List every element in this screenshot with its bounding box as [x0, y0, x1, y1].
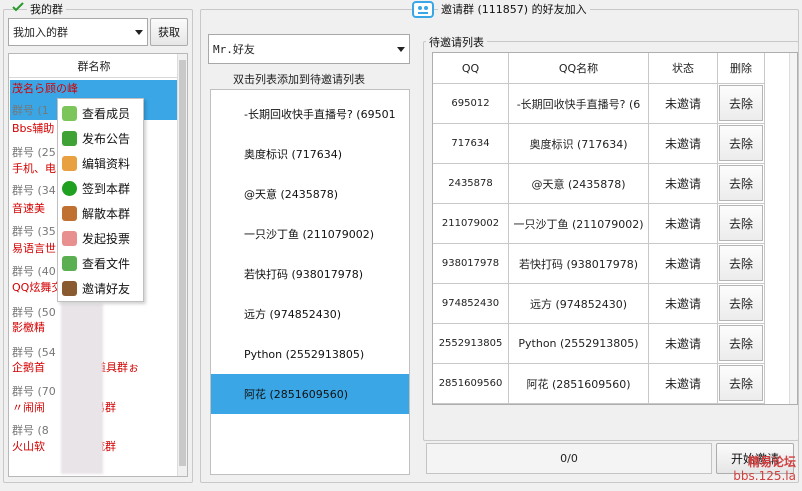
cell-name: 远方 (974852430): [509, 284, 649, 324]
remove-button[interactable]: 去除: [719, 325, 763, 361]
list-item[interactable]: 远方 (974852430): [211, 294, 409, 334]
cell-name: Python (2552913805): [509, 324, 649, 364]
cell-qq: 938017978: [433, 244, 509, 284]
cell-name: 若快打码 (938017978): [509, 244, 649, 284]
column-header-qq[interactable]: QQ: [433, 53, 509, 84]
invite-title: 邀请群 (111857) 的好友加入: [438, 1, 590, 17]
pending-table: QQ QQ名称 状态 删除 695012 -长期回收快手直播号? (6 未邀请 …: [432, 52, 798, 405]
checkmark-icon: [12, 2, 24, 12]
group-list-scrollbar[interactable]: [177, 54, 187, 476]
list-item[interactable]: Python (2552913805): [211, 334, 409, 374]
cell-status: 未邀请: [649, 84, 718, 124]
members-icon: [62, 106, 77, 121]
menu-item-view-files[interactable]: 查看文件: [58, 251, 143, 276]
cell-delete: 去除: [718, 284, 765, 324]
column-header-qq-name[interactable]: QQ名称: [509, 53, 649, 84]
cell-delete: 去除: [718, 364, 765, 404]
cell-status: 未邀请: [649, 244, 718, 284]
group-type-combo[interactable]: 我加入的群: [8, 18, 148, 46]
cell-qq: 2435878: [433, 164, 509, 204]
menu-item-view-members[interactable]: 查看成员: [58, 101, 143, 126]
group-context-menu: 查看成员 发布公告 编辑资料 签到本群 解散本群 发起投票 查看文件 邀请好友: [57, 98, 144, 302]
cell-delete: 去除: [718, 244, 765, 284]
friend-group-combo[interactable]: Mr.好友: [208, 34, 410, 64]
menu-item-checkin[interactable]: 签到本群: [58, 176, 143, 201]
menu-item-disband[interactable]: 解散本群: [58, 201, 143, 226]
column-header-delete[interactable]: 删除: [718, 53, 765, 84]
remove-button[interactable]: 去除: [719, 165, 763, 201]
fetch-button[interactable]: 获取: [150, 18, 188, 46]
cell-name: -长期回收快手直播号? (6: [509, 84, 649, 124]
cell-status: 未邀请: [649, 204, 718, 244]
invite-progress: 0/0: [426, 443, 712, 474]
vote-icon: [62, 231, 77, 246]
forum-watermark: 精易论坛 bbs.125.la: [733, 455, 796, 483]
remove-button[interactable]: 去除: [719, 85, 763, 121]
invite-icon: [62, 281, 77, 296]
chevron-down-icon: [135, 30, 143, 35]
my-groups-title: 我的群: [27, 1, 66, 17]
menu-item-edit-info[interactable]: 编辑资料: [58, 151, 143, 176]
checkin-icon: [62, 181, 77, 196]
cell-status: 未邀请: [649, 164, 718, 204]
remove-button[interactable]: 去除: [719, 285, 763, 321]
group-type-value: 我加入的群: [13, 26, 68, 39]
edit-icon: [62, 156, 77, 171]
cell-qq: 2552913805: [433, 324, 509, 364]
friend-group-value: Mr.好友: [213, 43, 255, 56]
remove-button[interactable]: 去除: [719, 125, 763, 161]
menu-item-announce[interactable]: 发布公告: [58, 126, 143, 151]
disband-icon: [62, 206, 77, 221]
list-item[interactable]: 茂名ら顾の峰: [12, 82, 177, 96]
menu-item-vote[interactable]: 发起投票: [58, 226, 143, 251]
list-item[interactable]: -长期回收快手直播号? (69501: [211, 94, 409, 134]
cell-qq: 211079002: [433, 204, 509, 244]
cell-delete: 去除: [718, 124, 765, 164]
cell-qq: 695012: [433, 84, 509, 124]
table-scrollbar-edge: [789, 53, 797, 404]
cell-status: 未邀请: [649, 364, 718, 404]
list-item[interactable]: 若快打码 (938017978): [211, 254, 409, 294]
cell-qq: 717634: [433, 124, 509, 164]
cell-status: 未邀请: [649, 124, 718, 164]
cell-qq: 2851609560: [433, 364, 509, 404]
cell-name: @天意 (2435878): [509, 164, 649, 204]
cell-qq: 974852430: [433, 284, 509, 324]
cell-delete: 去除: [718, 84, 765, 124]
remove-button[interactable]: 去除: [719, 245, 763, 281]
list-item-selected[interactable]: 阿花 (2851609560): [211, 374, 409, 414]
column-header-status[interactable]: 状态: [649, 53, 718, 84]
cell-name: 阿花 (2851609560): [509, 364, 649, 404]
cell-delete: 去除: [718, 204, 765, 244]
cell-name: 奥度标识 (717634): [509, 124, 649, 164]
double-click-hint: 双击列表添加到待邀请列表: [233, 73, 365, 86]
list-item[interactable]: 奥度标识 (717634): [211, 134, 409, 174]
cell-status: 未邀请: [649, 284, 718, 324]
files-icon: [62, 256, 77, 271]
scrollbar-thumb[interactable]: [179, 60, 186, 466]
remove-button[interactable]: 去除: [719, 205, 763, 241]
list-item[interactable]: 一只沙丁鱼 (211079002): [211, 214, 409, 254]
list-item[interactable]: @天意 (2435878): [211, 174, 409, 214]
chevron-down-icon: [397, 47, 405, 52]
qq-penguin-icon: [412, 0, 434, 18]
group-name-header: 群名称: [9, 54, 179, 78]
remove-button[interactable]: 去除: [719, 365, 763, 401]
cell-delete: 去除: [718, 324, 765, 364]
friend-list[interactable]: -长期回收快手直播号? (69501 奥度标识 (717634) @天意 (24…: [210, 89, 410, 475]
announce-icon: [62, 131, 77, 146]
pending-list-title: 待邀请列表: [426, 34, 487, 50]
cell-status: 未邀请: [649, 324, 718, 364]
cell-name: 一只沙丁鱼 (211079002): [509, 204, 649, 244]
menu-item-invite-friends[interactable]: 邀请好友: [58, 276, 143, 301]
cell-delete: 去除: [718, 164, 765, 204]
privacy-blur: [61, 304, 103, 474]
